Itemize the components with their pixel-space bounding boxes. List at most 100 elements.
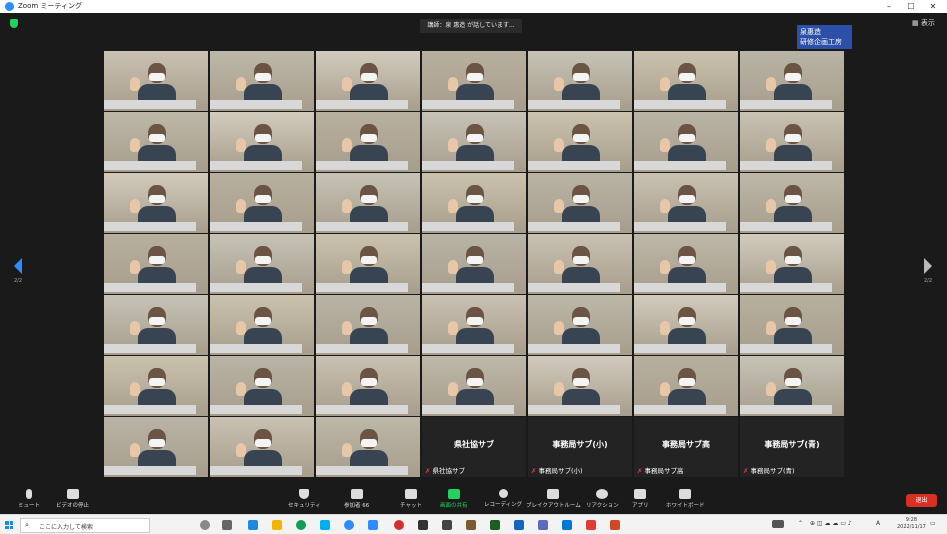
chat-button[interactable]: チャット <box>400 489 422 509</box>
leave-button[interactable]: 退出 <box>906 494 937 507</box>
participants-button[interactable]: 参加者 66 <box>344 489 369 509</box>
participant-video-tile[interactable] <box>740 295 844 355</box>
participant-video-tile[interactable] <box>634 173 738 233</box>
close-button[interactable]: ✕ <box>922 0 944 13</box>
participant-video-tile[interactable] <box>316 234 420 294</box>
maximize-button[interactable]: ☐ <box>900 0 922 13</box>
recording-button[interactable]: レコーディング <box>484 489 522 508</box>
participant-video-tile[interactable] <box>316 417 420 477</box>
security-shield-icon[interactable] <box>10 19 18 28</box>
participant-name-bar <box>634 344 726 353</box>
participant-video-tile[interactable] <box>528 356 632 416</box>
photos-icon[interactable] <box>514 520 524 530</box>
acrobat-icon[interactable] <box>586 520 596 530</box>
cortana-icon[interactable] <box>200 520 210 530</box>
previous-page-arrow-icon[interactable] <box>12 256 24 276</box>
taskbar-clock[interactable]: 9:28 2022/11/17 <box>897 517 926 531</box>
edge-browser-icon[interactable] <box>248 520 258 530</box>
app-dark-2-icon[interactable] <box>442 520 452 530</box>
participant-video-tile[interactable] <box>740 173 844 233</box>
reactions-label: リアクション <box>586 503 619 509</box>
mute-button[interactable]: ミュート <box>18 489 40 509</box>
participant-video-tile[interactable] <box>422 295 526 355</box>
zoom-meeting-taskbar-icon[interactable] <box>368 520 378 530</box>
participant-video-tile[interactable] <box>634 234 738 294</box>
participant-video-tile[interactable] <box>104 417 208 477</box>
app-dark-icon[interactable] <box>418 520 428 530</box>
participant-name-tile[interactable]: 事務局サブ(小) ✗ 事務局サブ(小) <box>528 417 632 477</box>
participant-video-tile[interactable] <box>634 51 738 111</box>
participant-name-tile[interactable]: 事務局サブ高 ✗ 事務局サブ高 <box>634 417 738 477</box>
tray-icons[interactable]: ⊕ ◫ ☁ ☁ ▭ ♪ <box>810 520 852 527</box>
share-screen-button[interactable]: 画面の共有 <box>440 489 468 509</box>
participant-video-tile[interactable] <box>104 51 208 111</box>
share-screen-label: 画面の共有 <box>440 503 468 509</box>
apps-button[interactable]: アプリ <box>632 489 649 509</box>
participant-video-tile[interactable] <box>528 295 632 355</box>
notification-icon[interactable]: ▭ <box>930 520 936 527</box>
participant-video-tile[interactable] <box>316 295 420 355</box>
view-button[interactable]: ▦ 表示 <box>912 18 935 28</box>
app-brown-icon[interactable] <box>466 520 476 530</box>
whiteboard-button[interactable]: ホワイトボード <box>666 489 705 509</box>
app-green-icon[interactable] <box>490 520 500 530</box>
participant-video-tile[interactable] <box>528 51 632 111</box>
participant-video-tile[interactable] <box>104 112 208 172</box>
participant-video-tile[interactable] <box>634 356 738 416</box>
stop-video-button[interactable]: ビデオの停止 <box>56 489 89 509</box>
participant-video-tile[interactable] <box>316 51 420 111</box>
participant-video-tile[interactable] <box>210 417 314 477</box>
participant-video-tile[interactable] <box>740 356 844 416</box>
participant-video-tile[interactable] <box>104 356 208 416</box>
participant-video-tile[interactable] <box>528 112 632 172</box>
skype-icon[interactable] <box>320 520 330 530</box>
participant-video-tile[interactable] <box>634 112 738 172</box>
camera-icon[interactable] <box>538 520 548 530</box>
powerpoint-icon[interactable] <box>610 520 620 530</box>
participant-video-tile[interactable] <box>316 356 420 416</box>
ime-indicator[interactable]: A <box>876 520 880 527</box>
participant-name-bar <box>740 405 832 414</box>
participant-video-tile[interactable] <box>422 234 526 294</box>
participant-video-tile[interactable] <box>740 112 844 172</box>
zoom-taskbar-icon[interactable] <box>344 520 354 530</box>
participant-video-tile[interactable] <box>422 112 526 172</box>
participant-video-tile[interactable] <box>528 173 632 233</box>
file-explorer-icon[interactable] <box>272 520 282 530</box>
next-page-arrow-icon[interactable] <box>922 256 934 276</box>
taskbar-search-box[interactable]: ⌕ ここに入力して検索 <box>20 518 150 533</box>
participant-video-tile[interactable] <box>210 234 314 294</box>
participant-video-tile[interactable] <box>528 234 632 294</box>
participant-video-tile[interactable] <box>422 356 526 416</box>
participant-video-tile[interactable] <box>316 173 420 233</box>
participant-video-tile[interactable] <box>104 173 208 233</box>
participant-video-tile[interactable] <box>316 112 420 172</box>
mail-icon[interactable] <box>562 520 572 530</box>
participant-video-tile[interactable] <box>210 173 314 233</box>
reactions-button[interactable]: リアクション <box>586 489 619 509</box>
participant-video-tile[interactable] <box>210 295 314 355</box>
minimize-button[interactable]: – <box>878 0 900 13</box>
participant-video-tile[interactable] <box>422 51 526 111</box>
participant-video-tile[interactable] <box>104 295 208 355</box>
participant-video-tile[interactable] <box>210 112 314 172</box>
windows-start-icon[interactable] <box>5 521 13 529</box>
chrome-icon[interactable] <box>296 520 306 530</box>
participant-name-bar <box>316 100 408 109</box>
participant-video-tile[interactable] <box>104 234 208 294</box>
participant-video-tile[interactable] <box>740 234 844 294</box>
participant-video-tile[interactable] <box>634 295 738 355</box>
participant-video-tile[interactable] <box>422 173 526 233</box>
app-red-icon[interactable] <box>394 520 404 530</box>
security-button[interactable]: セキュリティ <box>288 489 321 509</box>
keyboard-icon[interactable] <box>772 520 784 528</box>
task-view-icon[interactable] <box>222 520 232 530</box>
participant-video-tile[interactable] <box>210 51 314 111</box>
participant-video-tile[interactable] <box>740 51 844 111</box>
participant-name-tile[interactable]: 県社協サブ ✗ 県社協サブ <box>422 417 526 477</box>
breakout-rooms-button[interactable]: ブレイクアウトルーム <box>526 489 581 509</box>
participant-name-tile[interactable]: 事務局サブ(青) ✗ 事務局サブ(青) <box>740 417 844 477</box>
tray-chevron-icon[interactable]: ⌃ <box>798 520 803 527</box>
participant-video-tile[interactable] <box>210 356 314 416</box>
muted-microphone-icon: ✗ <box>425 467 431 475</box>
